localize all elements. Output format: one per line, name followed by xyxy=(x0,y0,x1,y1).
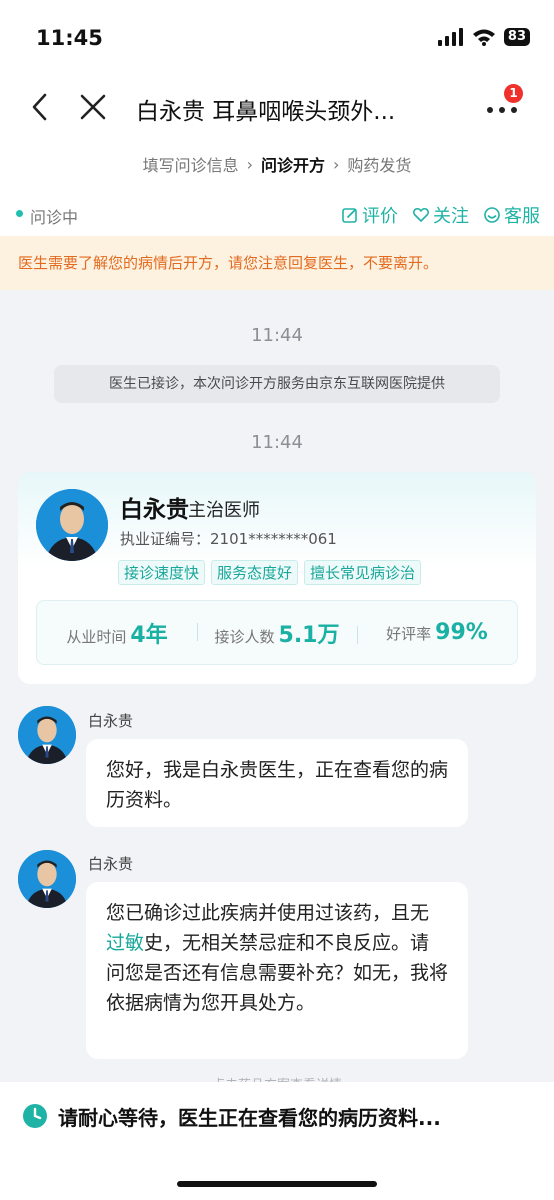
stat-patients: 接诊人数 5.1万 xyxy=(197,617,357,649)
step-purchase: 购药发货 xyxy=(347,156,412,175)
stat-value: 99% xyxy=(435,620,488,645)
bottom-status-bar: 请耐心等待，医生正在查看您的病历资料... xyxy=(0,1082,554,1200)
stat-label: 好评率 xyxy=(386,625,432,643)
status-bar: 11:45 83 xyxy=(0,0,554,80)
clock-icon xyxy=(23,1104,47,1128)
message-text: 您好，我是白永贵医生，正在查看您的病历资料。 xyxy=(106,759,449,811)
warning-banner: 医生需要了解您的病情后开方，请您注意回复医生，不要离开。 xyxy=(0,236,554,290)
highlight-link[interactable]: 过敏 xyxy=(106,932,144,954)
consult-status: 问诊中 xyxy=(30,208,79,227)
stat-value: 5.1万 xyxy=(278,622,340,648)
message-bubble: 您好，我是白永贵医生，正在查看您的病历资料。 xyxy=(86,739,468,827)
close-icon[interactable] xyxy=(78,92,108,122)
sender-name: 白永贵 xyxy=(88,855,134,873)
step-separator: › xyxy=(246,154,253,174)
status-dot xyxy=(16,210,23,217)
rate-label: 评价 xyxy=(362,206,398,227)
message-bubble: 您已确诊过此疾病并使用过该药，且无过敏史，无相关禁忌症和不良反应。请问您是否还有… xyxy=(86,882,468,1059)
message-text: 史，无相关禁忌症和不良反应。请问您是否还有信息需要补充？如无，我将依据病情为您开… xyxy=(106,932,449,1014)
license-label: 执业证编号： xyxy=(120,530,211,548)
doctor-avatar[interactable] xyxy=(18,850,76,908)
message-text: 您已确诊过此疾病并使用过该药，且无 xyxy=(106,902,430,924)
stat-rating: 好评率 99% xyxy=(357,620,517,645)
system-notice: 医生已接诊，本次问诊开方服务由京东互联网医院提供 xyxy=(54,365,500,403)
doctor-tags: 接诊速度快 服务态度好 擅长常见病诊治 xyxy=(118,560,422,585)
service-button[interactable]: 客服 xyxy=(483,202,540,228)
rate-button[interactable]: 评价 xyxy=(341,202,398,228)
battery-indicator: 83 xyxy=(503,28,530,46)
service-label: 客服 xyxy=(504,206,540,227)
signal-icon xyxy=(437,28,463,46)
nav-bar: 白永贵 耳鼻咽喉头颈外... xyxy=(0,80,554,136)
back-icon[interactable] xyxy=(26,92,56,122)
stat-label: 接诊人数 xyxy=(214,627,275,646)
status-time: 11:45 xyxy=(36,26,103,50)
heart-plus-icon xyxy=(412,207,430,222)
stat-value: 4年 xyxy=(130,622,168,648)
license-info: 执业证编号：2101********061 xyxy=(120,528,337,549)
doctor-avatar xyxy=(36,489,108,561)
doctor-tag: 接诊速度快 xyxy=(118,560,206,585)
smile-icon xyxy=(484,207,500,223)
doctor-tag: 服务态度好 xyxy=(211,560,299,585)
step-consult: 问诊开方 xyxy=(260,156,325,175)
status-icons: 83 xyxy=(437,28,530,46)
doctor-name: 白永贵 xyxy=(120,497,189,523)
follow-button[interactable]: 关注 xyxy=(412,202,469,228)
step-fill-info: 填写问诊信息 xyxy=(142,156,239,175)
stat-experience: 从业时间 4年 xyxy=(37,617,197,649)
notification-badge: 1 xyxy=(504,84,523,103)
chat-timestamp: 11:44 xyxy=(251,432,303,453)
stat-label: 从业时间 xyxy=(66,627,127,646)
doctor-stats: 从业时间 4年 接诊人数 5.1万 好评率 99% xyxy=(36,600,518,665)
sender-name: 白永贵 xyxy=(88,712,134,730)
waiting-message: 请耐心等待，医生正在查看您的病历资料... xyxy=(58,1106,441,1130)
license-number: 2101********061 xyxy=(210,530,337,548)
doctor-tag: 擅长常见病诊治 xyxy=(304,560,422,585)
doctor-avatar[interactable] xyxy=(18,706,76,764)
page-title: 白永贵 耳鼻咽喉头颈外... xyxy=(136,99,396,125)
follow-label: 关注 xyxy=(433,206,469,227)
home-indicator xyxy=(177,1181,377,1187)
header-actions: 评价 关注 客服 xyxy=(341,202,540,228)
doctor-card[interactable]: 白永贵 主治医师 执业证编号：2101********061 接诊速度快 服务态… xyxy=(18,472,536,684)
doctor-title: 主治医师 xyxy=(188,500,260,521)
step-separator: › xyxy=(333,154,340,174)
edit-icon xyxy=(342,208,357,223)
wifi-icon xyxy=(472,29,495,46)
progress-steps: 填写问诊信息 › 问诊开方 › 购药发货 xyxy=(0,136,554,192)
chat-timestamp: 11:44 xyxy=(251,325,303,346)
